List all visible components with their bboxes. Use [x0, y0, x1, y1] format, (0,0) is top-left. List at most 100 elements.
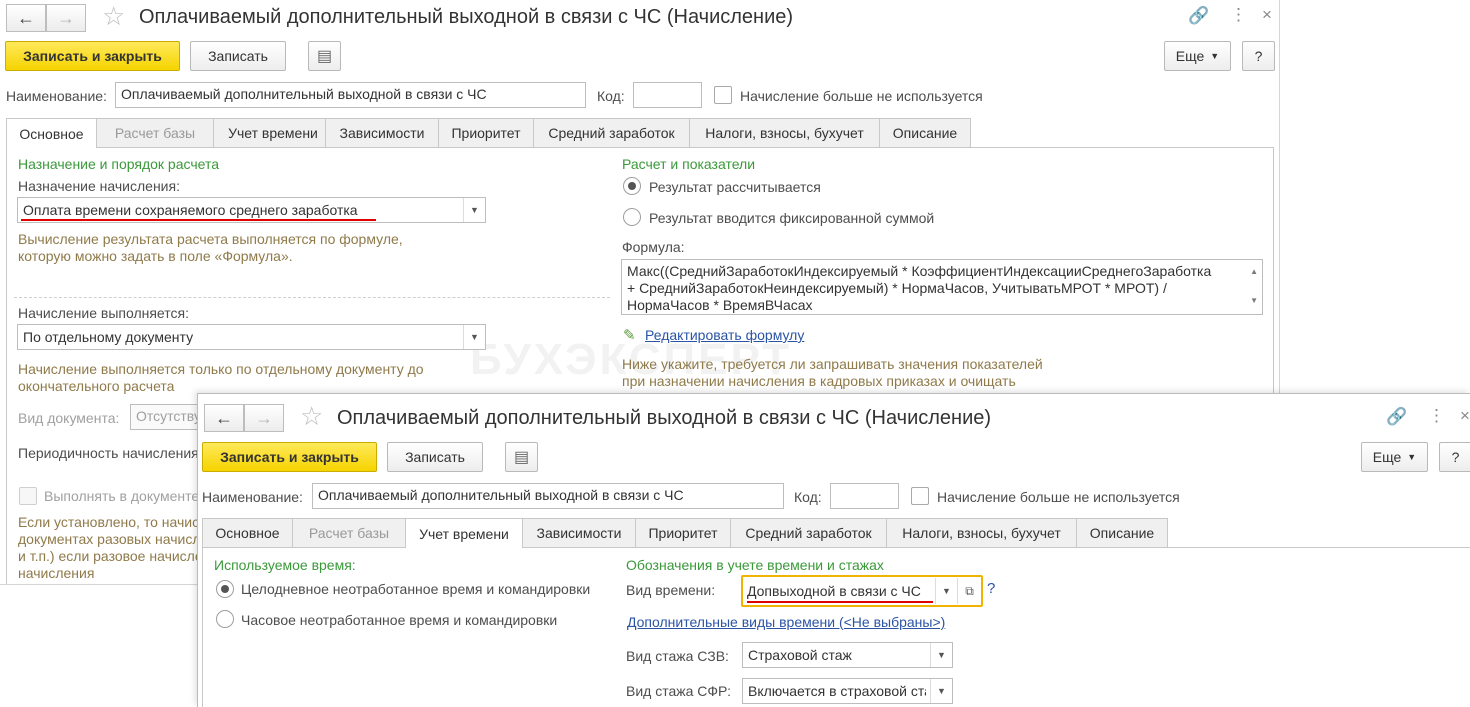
tab-dependencies[interactable]: Зависимости	[325, 118, 439, 147]
code-input[interactable]	[633, 82, 702, 108]
tab-time-accounting[interactable]: Учет времени	[213, 118, 333, 147]
more-button-label: Еще	[1175, 48, 1205, 64]
name-input[interactable]: Оплачиваемый дополнительный выходной в с…	[312, 483, 784, 509]
edit-formula-link[interactable]: Редактировать формулу	[645, 327, 804, 343]
radio-hourly[interactable]	[216, 610, 234, 628]
tab-dependencies[interactable]: Зависимости	[522, 518, 636, 547]
red-underline	[747, 601, 933, 603]
tab-main[interactable]: Основное	[6, 118, 97, 148]
sfr-select[interactable]: Включается в страховой стаж ▼	[742, 678, 953, 704]
tab-base-calc[interactable]: Расчет базы	[292, 518, 406, 547]
radio-fixed-sum[interactable]	[623, 208, 641, 226]
radio-full-day[interactable]	[216, 580, 234, 598]
report-button[interactable]: ▤	[308, 41, 341, 71]
dropdown-arrow-icon[interactable]: ▼	[935, 578, 957, 604]
exec-value: По отдельному документу	[23, 329, 194, 345]
forward-button[interactable]: →	[244, 404, 284, 432]
szv-label: Вид стажа СЗВ:	[626, 648, 729, 664]
open-item-icon[interactable]: ⧉	[957, 578, 981, 604]
hint-formula-line2: которую можно задать в поле «Формула».	[18, 248, 293, 264]
radio-full-day-label: Целодневное неотработанное время и коман…	[241, 581, 591, 597]
exec-select[interactable]: По отдельному документу ▼	[17, 324, 486, 350]
forward-button[interactable]: →	[46, 4, 86, 32]
save-and-close-button[interactable]: Записать и закрыть	[202, 442, 377, 472]
dropdown-arrow-icon[interactable]: ▼	[463, 325, 485, 349]
link-icon[interactable]: 🔗	[1386, 407, 1407, 427]
more-menu-icon[interactable]: ⋮	[1230, 5, 1247, 25]
unused-checkbox[interactable]	[714, 86, 732, 104]
tab-description[interactable]: Описание	[1076, 518, 1168, 547]
radio-calculated[interactable]	[623, 177, 641, 195]
unused-checkbox[interactable]	[911, 487, 929, 505]
tab-priority[interactable]: Приоритет	[438, 118, 534, 147]
more-button-label: Еще	[1372, 449, 1402, 465]
more-button[interactable]: Еще ▼	[1164, 41, 1231, 71]
save-button[interactable]: Записать	[387, 442, 483, 472]
close-icon[interactable]: ×	[1262, 5, 1272, 25]
tab-taxes[interactable]: Налоги, взносы, бухучет	[886, 518, 1077, 547]
sfr-label: Вид стажа СФР:	[626, 683, 731, 699]
doc-type-label: Вид документа:	[18, 410, 120, 426]
tab-description[interactable]: Описание	[879, 118, 971, 147]
szv-value: Страховой стаж	[748, 647, 852, 663]
hint-indicators-line2: при назначении начисления в кадровых при…	[622, 373, 1016, 389]
time-type-field[interactable]: Допвыходной в связи с ЧС ▼ ⧉	[741, 575, 983, 607]
dropdown-arrow-icon[interactable]: ▼	[930, 679, 952, 703]
foreground-window: ← → ☆ Оплачиваемый дополнительный выходн…	[197, 393, 1470, 707]
name-label: Наименование:	[6, 88, 107, 104]
hint-formula-line1: Вычисление результата расчета выполняетс…	[18, 231, 403, 247]
help-button[interactable]: ?	[1242, 41, 1275, 71]
code-input[interactable]	[830, 483, 899, 509]
link-icon[interactable]: 🔗	[1188, 6, 1209, 26]
arrow-left-icon: ←	[215, 407, 233, 428]
document-list-icon: ▤	[513, 449, 530, 466]
purpose-value: Оплата времени сохраняемого среднего зар…	[23, 202, 358, 218]
window-title: Оплачиваемый дополнительный выходной в с…	[337, 407, 992, 429]
hint-once-line4: начисления	[18, 565, 95, 581]
close-icon[interactable]: ×	[1460, 406, 1470, 426]
save-button[interactable]: Записать	[190, 41, 286, 71]
formula-line: + СреднийЗаработокНеиндексируемый) * Нор…	[627, 280, 1167, 296]
szv-select[interactable]: Страховой стаж ▼	[742, 642, 953, 668]
hint-indicators-line1: Ниже укажите, требуется ли запрашивать з…	[622, 356, 1043, 372]
arrow-right-icon: →	[57, 7, 75, 28]
more-button[interactable]: Еще ▼	[1361, 442, 1428, 472]
name-input[interactable]: Оплачиваемый дополнительный выходной в с…	[115, 82, 586, 108]
purpose-label: Назначение начисления:	[18, 178, 180, 194]
back-button[interactable]: ←	[6, 4, 46, 32]
back-button[interactable]: ←	[204, 404, 244, 432]
section-used-time-title: Используемое время:	[214, 557, 356, 573]
tab-base-calc[interactable]: Расчет базы	[96, 118, 214, 147]
chevron-down-icon: ▼	[1407, 452, 1417, 462]
help-question-icon[interactable]: ?	[987, 580, 995, 597]
separator	[14, 297, 610, 298]
tab-bar: Основное Расчет базы Учет времени Зависи…	[202, 518, 1470, 548]
exec-in-doc-checkbox[interactable]	[19, 487, 37, 505]
unused-label: Начисление больше не используется	[937, 489, 1180, 505]
section-designations-title: Обозначения в учете времени и стажах	[626, 557, 884, 573]
section-purpose-title: Назначение и порядок расчета	[18, 156, 220, 172]
favorite-star-icon[interactable]: ☆	[300, 403, 323, 429]
exec-in-doc-label: Выполнять в документе	[44, 488, 200, 504]
formula-line: НормаЧасов * ВремяВЧасах	[627, 297, 813, 313]
formula-field[interactable]: Макс((СреднийЗаработокИндексируемый * Ко…	[621, 259, 1263, 315]
favorite-star-icon[interactable]: ☆	[102, 3, 125, 29]
more-menu-icon[interactable]: ⋮	[1428, 406, 1445, 426]
tab-priority[interactable]: Приоритет	[635, 518, 731, 547]
hint-once-line3: и т.п.) если разовое начисление	[18, 548, 226, 564]
tab-main[interactable]: Основное	[202, 518, 293, 547]
dropdown-arrow-icon[interactable]: ▼	[930, 643, 952, 667]
dropdown-arrow-icon[interactable]: ▼	[463, 198, 485, 222]
exec-label: Начисление выполняется:	[18, 305, 189, 321]
tab-bar: Основное Расчет базы Учет времени Зависи…	[6, 118, 1274, 148]
scroll-down-icon[interactable]: ▼	[1250, 292, 1258, 309]
tab-average-earnings[interactable]: Средний заработок	[730, 518, 887, 547]
extra-time-types-link[interactable]: Дополнительные виды времени (<Не выбраны…	[627, 614, 945, 630]
report-button[interactable]: ▤	[505, 442, 538, 472]
tab-time-accounting[interactable]: Учет времени	[405, 518, 523, 548]
scroll-up-icon[interactable]: ▲	[1250, 263, 1258, 280]
tab-average-earnings[interactable]: Средний заработок	[533, 118, 690, 147]
tab-taxes[interactable]: Налоги, взносы, бухучет	[689, 118, 880, 147]
save-and-close-button[interactable]: Записать и закрыть	[5, 41, 180, 71]
help-button[interactable]: ?	[1439, 442, 1470, 472]
